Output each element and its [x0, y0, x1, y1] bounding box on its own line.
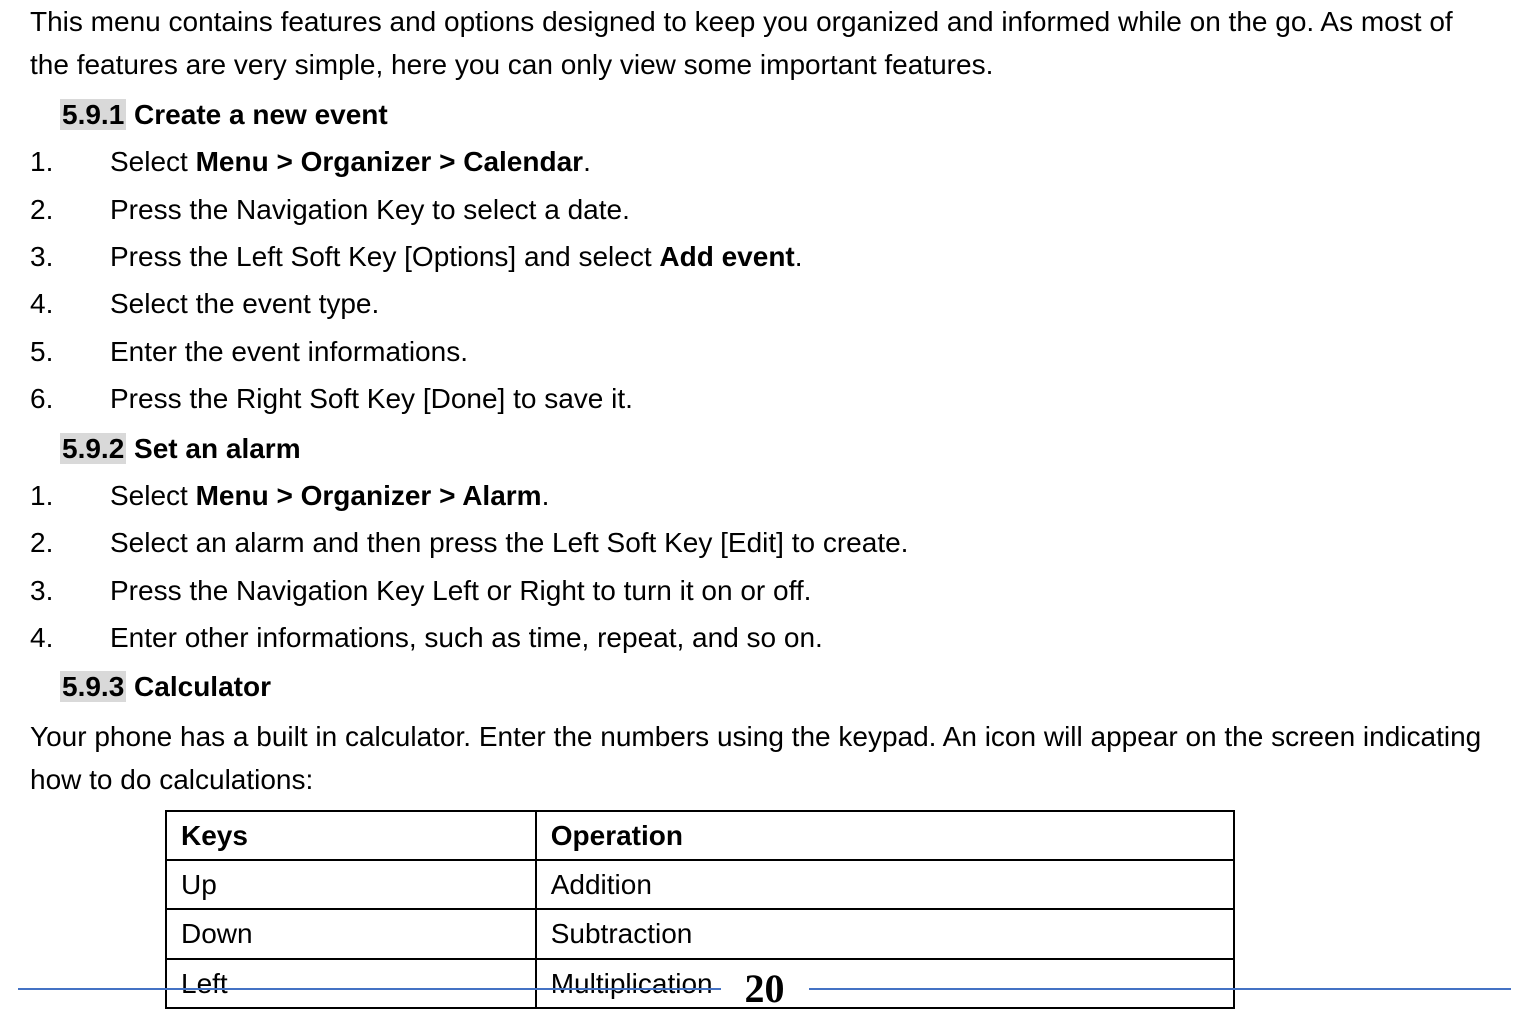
list-number: 6.	[30, 377, 110, 420]
create-event-steps: 1. Select Menu > Organizer > Calendar. 2…	[30, 140, 1499, 420]
table-header-keys: Keys	[166, 811, 536, 860]
list-text: Enter other informations, such as time, …	[110, 616, 1499, 659]
table-row: Up Addition	[166, 860, 1234, 909]
list-number: 3.	[30, 569, 110, 612]
table-cell-op: Subtraction	[536, 909, 1234, 958]
set-alarm-steps: 1. Select Menu > Organizer > Alarm. 2. S…	[30, 474, 1499, 660]
list-text: Enter the event informations.	[110, 330, 1499, 373]
list-text: Press the Navigation Key Left or Right t…	[110, 569, 1499, 612]
table-cell-op: Addition	[536, 860, 1234, 909]
page-number: 20	[739, 958, 791, 1020]
intro-paragraph: This menu contains features and options …	[30, 0, 1499, 87]
list-number: 2.	[30, 521, 110, 564]
table-cell-key: Down	[166, 909, 536, 958]
section-number: 5.9.2	[60, 433, 126, 464]
section-heading-calculator: 5.9.3 Calculator	[30, 665, 1499, 708]
list-number: 5.	[30, 330, 110, 373]
list-item: 1. Select Menu > Organizer > Alarm.	[30, 474, 1499, 517]
list-item: 4. Enter other informations, such as tim…	[30, 616, 1499, 659]
list-number: 1.	[30, 474, 110, 517]
list-item: 5. Enter the event informations.	[30, 330, 1499, 373]
list-number: 3.	[30, 235, 110, 278]
page-footer: 20	[0, 958, 1529, 1020]
section-number: 5.9.1	[60, 99, 126, 130]
section-title: Calculator	[126, 671, 271, 702]
list-item: 1. Select Menu > Organizer > Calendar.	[30, 140, 1499, 183]
list-text: Select Menu > Organizer > Alarm.	[110, 474, 1499, 517]
list-item: 2. Select an alarm and then press the Le…	[30, 521, 1499, 564]
list-text: Press the Right Soft Key [Done] to save …	[110, 377, 1499, 420]
list-text: Select an alarm and then press the Left …	[110, 521, 1499, 564]
section-title: Set an alarm	[126, 433, 300, 464]
section-number: 5.9.3	[60, 671, 126, 702]
section-title: Create a new event	[126, 99, 387, 130]
section-heading-create-event: 5.9.1 Create a new event	[30, 93, 1499, 136]
list-text: Select Menu > Organizer > Calendar.	[110, 140, 1499, 183]
list-text: Select the event type.	[110, 282, 1499, 325]
table-header-row: Keys Operation	[166, 811, 1234, 860]
list-number: 2.	[30, 188, 110, 231]
table-cell-key: Up	[166, 860, 536, 909]
list-item: 2. Press the Navigation Key to select a …	[30, 188, 1499, 231]
list-text: Press the Left Soft Key [Options] and se…	[110, 235, 1499, 278]
list-item: 4. Select the event type.	[30, 282, 1499, 325]
list-number: 1.	[30, 140, 110, 183]
table-row: Down Subtraction	[166, 909, 1234, 958]
section-heading-set-alarm: 5.9.2 Set an alarm	[30, 427, 1499, 470]
table-header-operation: Operation	[536, 811, 1234, 860]
list-item: 3. Press the Navigation Key Left or Righ…	[30, 569, 1499, 612]
footer-rule-left	[18, 988, 721, 990]
list-number: 4.	[30, 616, 110, 659]
footer-rule-right	[809, 988, 1512, 990]
calculator-paragraph: Your phone has a built in calculator. En…	[30, 715, 1499, 802]
list-item: 6. Press the Right Soft Key [Done] to sa…	[30, 377, 1499, 420]
list-text: Press the Navigation Key to select a dat…	[110, 188, 1499, 231]
list-number: 4.	[30, 282, 110, 325]
list-item: 3. Press the Left Soft Key [Options] and…	[30, 235, 1499, 278]
intro-line-1: This menu contains features and options …	[30, 6, 1314, 37]
